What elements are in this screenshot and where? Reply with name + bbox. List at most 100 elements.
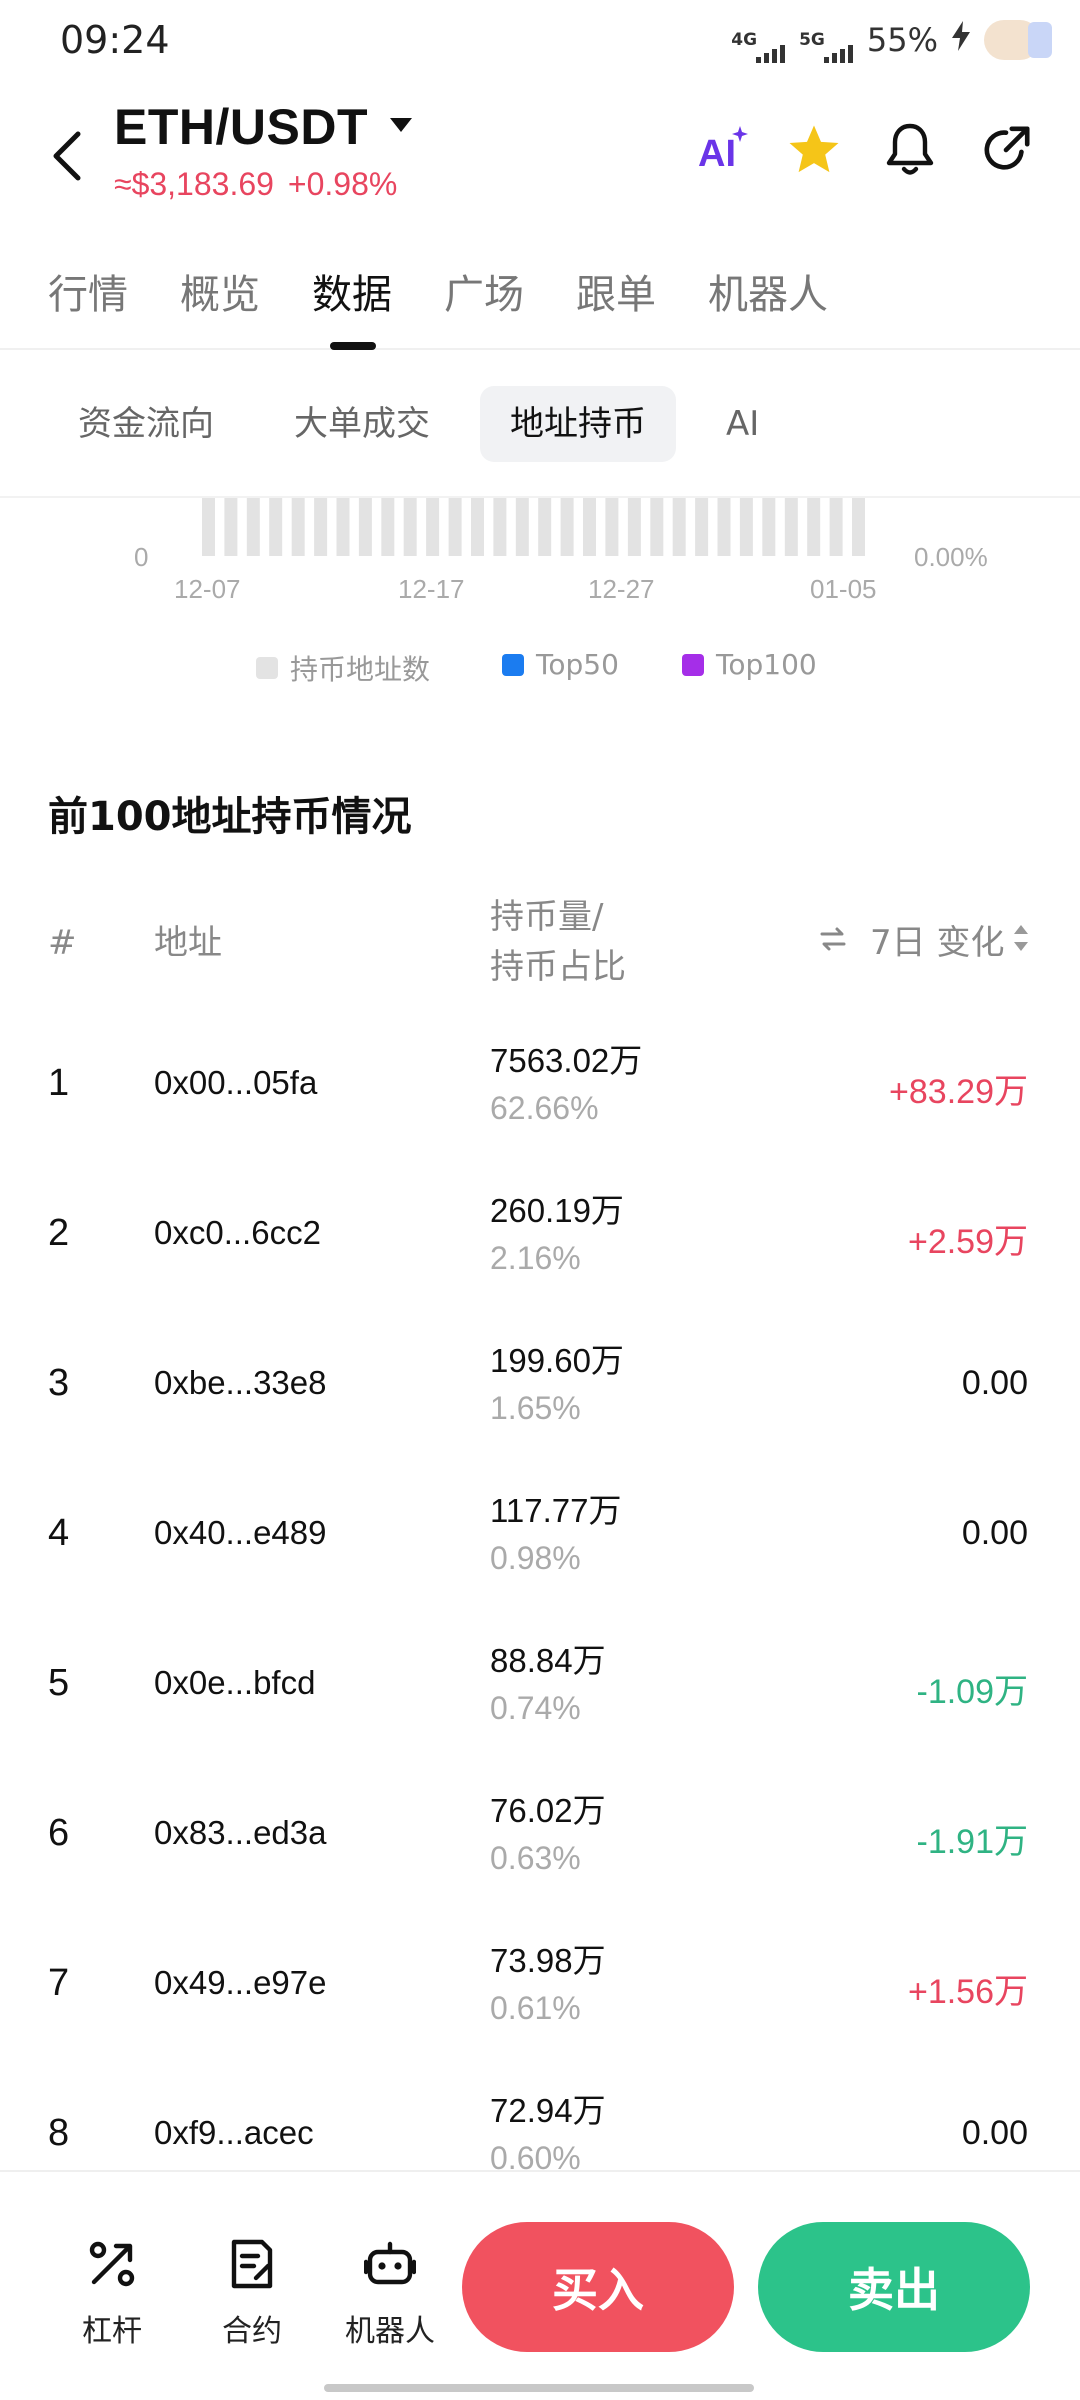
status-icons: 4G 5G 55% [731, 20, 1052, 63]
table-row[interactable]: 3 0xbe...33e8 199.60万 1.65% 0.00 [0, 1320, 1080, 1470]
subtab-ai[interactable]: AI [726, 386, 759, 462]
holder-count-bar [403, 498, 417, 556]
row-amount: 73.98万 [490, 1942, 606, 1979]
x-tick-label: 01-05 [810, 574, 877, 604]
holder-count-bar [224, 498, 238, 556]
home-indicator [324, 2384, 754, 2392]
legend-item-top50[interactable]: Top50 [502, 648, 619, 681]
row-address: 0xbe...33e8 [154, 1364, 327, 1401]
leverage-button[interactable]: 杠杆 [52, 2232, 172, 2350]
row-percent: 0.63% [490, 1840, 581, 1876]
x-tick-label: 12-17 [398, 574, 465, 604]
row-amount: 260.19万 [490, 1192, 624, 1229]
tab-overview[interactable]: 概览 [180, 262, 260, 320]
price-line: ≈$3,183.69 +0.98% [114, 166, 397, 203]
holder-count-bar [739, 498, 753, 556]
row-address: 0x40...e489 [154, 1514, 327, 1551]
row-amount: 72.94万 [490, 2092, 606, 2129]
ai-icon[interactable]: AI [690, 118, 754, 182]
swap-icon[interactable] [818, 918, 848, 968]
sort-icon[interactable] [1010, 920, 1032, 970]
table-row[interactable]: 1 0x00...05fa 7563.02万 62.66% +83.29万 [0, 1020, 1080, 1170]
col-holding: 持币量/ [490, 897, 604, 937]
row-amount: 88.84万 [490, 1642, 606, 1679]
row-percent: 0.61% [490, 1990, 581, 2026]
table-row[interactable]: 6 0x83...ed3a 76.02万 0.63% -1.91万 [0, 1770, 1080, 1920]
robot-icon [330, 2232, 450, 2296]
holder-count-bar [493, 498, 507, 556]
legend-item-holders[interactable]: 持币地址数 [256, 648, 430, 688]
price-change: +0.98% [287, 166, 398, 202]
legend-swatch [502, 653, 524, 676]
holder-count-bar [202, 498, 215, 556]
tab-square[interactable]: 广场 [444, 262, 524, 320]
bot-button[interactable]: 机器人 [330, 2232, 450, 2350]
section-title: 前100地址持币情况 [48, 794, 412, 840]
header: ETH/USDT ≈$3,183.69 +0.98% AI [0, 88, 1080, 218]
table-row[interactable]: 2 0xc0...6cc2 260.19万 2.16% +2.59万 [0, 1170, 1080, 1320]
holder-count-bar [336, 498, 350, 556]
holder-count-bar [471, 498, 484, 556]
holder-count-bar [358, 498, 372, 556]
bell-icon[interactable] [878, 118, 942, 182]
holder-count-bar [807, 498, 821, 556]
row-rank: 8 [48, 2112, 70, 2154]
table-header: # 地址 持币量/ 持币占比 7日 变化 [0, 890, 1080, 1000]
share-icon[interactable] [974, 118, 1038, 182]
leverage-icon [52, 2232, 172, 2296]
status-time: 09:24 [60, 18, 170, 62]
sell-button[interactable]: 卖出 [758, 2222, 1030, 2352]
holder-count-bar [560, 498, 574, 556]
chart-legend: 持币地址数 Top50 Top100 [0, 648, 1080, 688]
tab-data[interactable]: 数据 [312, 262, 392, 320]
holder-count-bar [784, 498, 798, 556]
x-tick-label: 12-27 [588, 574, 655, 604]
status-bar: 09:24 4G 5G 55% [0, 0, 1080, 84]
tab-copy-trading[interactable]: 跟单 [576, 262, 656, 320]
back-icon[interactable] [46, 126, 94, 186]
col-rank: # [48, 923, 77, 963]
row-address: 0x0e...bfcd [154, 1664, 316, 1701]
tab-bots[interactable]: 机器人 [708, 262, 828, 320]
row-address: 0xc0...6cc2 [154, 1214, 321, 1251]
signal-4g-icon: 4G [731, 31, 786, 63]
row-percent: 0.74% [490, 1690, 581, 1726]
row-percent: 2.16% [490, 1240, 581, 1276]
star-icon[interactable] [782, 118, 846, 182]
pet-avatar-icon [984, 20, 1052, 60]
x-tick-label: 12-07 [174, 574, 241, 604]
row-change: 0.00 [961, 1514, 1028, 1552]
table-row[interactable]: 5 0x0e...bfcd 88.84万 0.74% -1.09万 [0, 1620, 1080, 1770]
row-percent: 0.98% [490, 1540, 581, 1576]
col-7d-change[interactable]: 7日 变化 [870, 918, 1004, 968]
row-amount: 199.60万 [490, 1342, 624, 1379]
caret-down-icon[interactable] [390, 118, 412, 138]
table-row[interactable]: 7 0x49...e97e 73.98万 0.61% +1.56万 [0, 1920, 1080, 2070]
row-rank: 5 [48, 1662, 70, 1704]
battery-level: 55% [866, 21, 938, 59]
holder-count-bar [627, 498, 641, 556]
table-row[interactable]: 4 0x40...e489 117.77万 0.98% 0.00 [0, 1470, 1080, 1620]
row-change: 0.00 [961, 1364, 1028, 1402]
col-holding-percent: 持币占比 [490, 947, 626, 987]
subtab-large-trades[interactable]: 大单成交 [294, 386, 430, 462]
tab-market[interactable]: 行情 [48, 262, 128, 320]
row-rank: 1 [48, 1062, 70, 1104]
subtab-address-holdings[interactable]: 地址持币 [480, 386, 676, 462]
legend-item-top100[interactable]: Top100 [682, 648, 817, 681]
data-subtabs: 资金流向 大单成交 地址持币 AI [0, 350, 1080, 498]
holder-count-bar [538, 498, 552, 556]
pair-title[interactable]: ETH/USDT [114, 98, 368, 156]
main-tabs: 行情 概览 数据 广场 跟单 机器人 [0, 248, 1080, 350]
contract-button[interactable]: 合约 [192, 2232, 312, 2350]
subtab-fund-flow[interactable]: 资金流向 [78, 386, 214, 462]
row-rank: 2 [48, 1212, 70, 1254]
buy-button[interactable]: 买入 [462, 2222, 734, 2352]
holder-count-bar [605, 498, 619, 556]
contract-icon [192, 2232, 312, 2296]
row-change: +2.59万 [907, 1223, 1028, 1261]
row-amount: 117.77万 [490, 1492, 622, 1529]
charging-icon [952, 21, 970, 59]
row-amount: 7563.02万 [490, 1042, 643, 1079]
holder-count-bar [762, 498, 776, 556]
